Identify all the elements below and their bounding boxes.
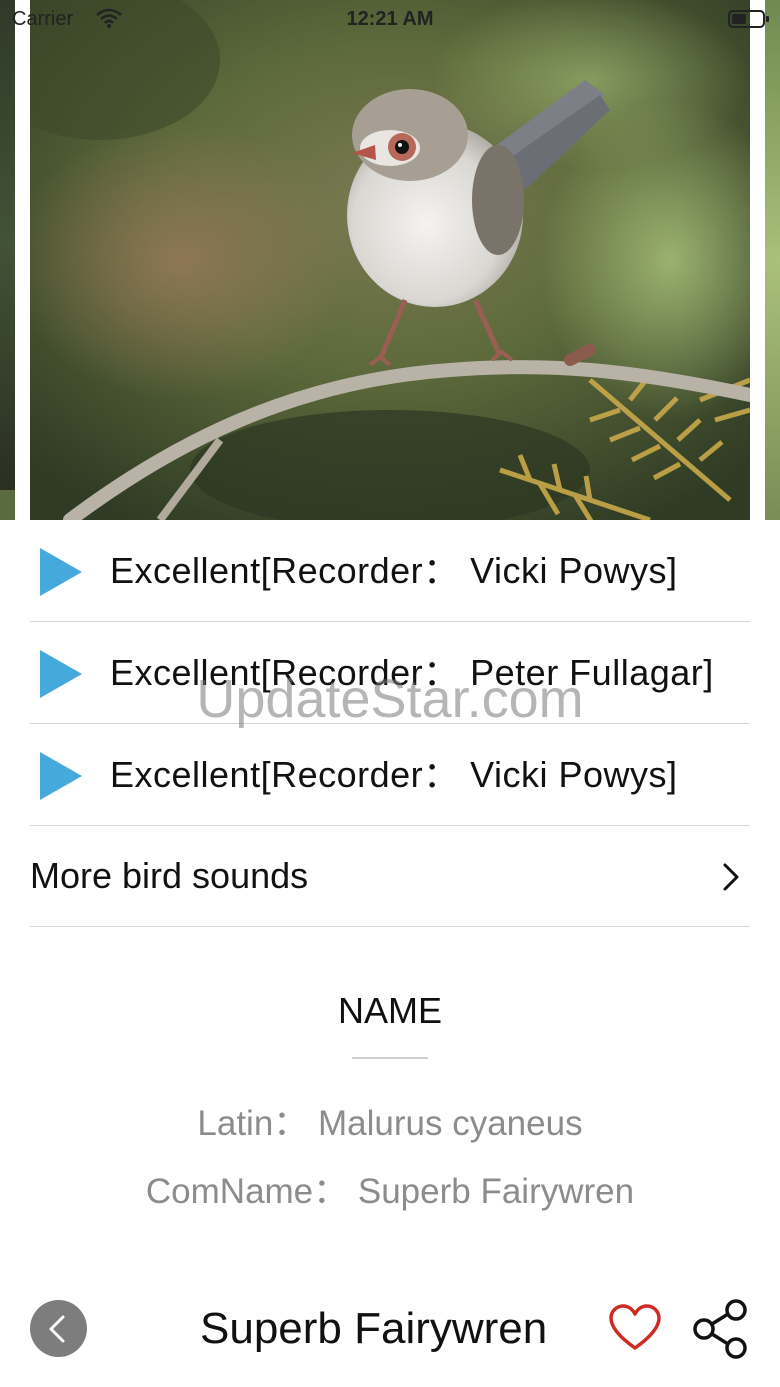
previous-photo-edge (0, 0, 15, 490)
share-icon[interactable] (690, 1298, 752, 1360)
heart-icon[interactable] (608, 1304, 662, 1352)
more-bird-sounds-label: More bird sounds (30, 855, 309, 896)
section-divider (352, 1057, 428, 1059)
bird-title: Superb Fairywren (200, 1304, 548, 1353)
chevron-right-icon (723, 863, 739, 891)
play-icon[interactable] (38, 546, 84, 598)
sound-item[interactable]: Excellent[Recorder： Vicki Powys] (30, 724, 750, 826)
play-icon[interactable] (38, 648, 84, 700)
bird-photo-carousel[interactable] (0, 0, 780, 520)
sound-item[interactable]: Excellent[Recorder： Vicki Powys] (30, 520, 750, 622)
common-name: ComName： Superb Fairywren (145, 1172, 635, 1211)
sound-label: Excellent[Recorder： Vicki Powys] (110, 754, 678, 795)
status-time: 12:21 AM (346, 8, 434, 30)
play-icon[interactable] (38, 750, 84, 802)
battery-icon (728, 10, 769, 28)
bird-photo (0, 0, 780, 520)
sound-label: Excellent[Recorder： Vicki Powys] (110, 550, 678, 591)
chevron-left-icon (49, 1315, 65, 1343)
name-section-title: NAME (337, 990, 442, 1031)
sound-item[interactable]: Excellent[Recorder： Peter Fullagar] (30, 622, 750, 724)
back-button[interactable] (30, 1300, 87, 1357)
more-bird-sounds-row[interactable]: More bird sounds (30, 826, 750, 927)
status-bar: Carrier 12:21 AM (0, 0, 780, 40)
next-photo-edge (765, 0, 780, 520)
latin-name: Latin： Malurus cyaneus (197, 1104, 583, 1143)
sound-label: Excellent[Recorder： Peter Fullagar] (110, 652, 714, 693)
bottom-toolbar: Superb Fairywren (0, 1290, 780, 1387)
